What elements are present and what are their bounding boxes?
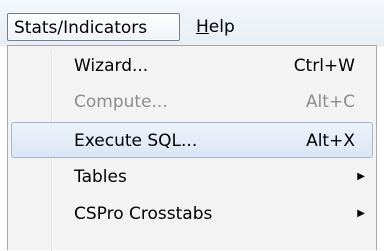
menu-item-wizard[interactable]: Wizard... Ctrl+W [11, 48, 373, 84]
menu-item-wizard-shortcut: Ctrl+W [293, 56, 355, 76]
menu-item-cspro-crosstabs[interactable]: CSPro Crosstabs ▶ [11, 196, 373, 232]
menu-item-execute-sql[interactable]: Execute SQL... Alt+X [11, 122, 373, 158]
menu-stats-indicators[interactable]: Stats/Indicators [7, 13, 180, 41]
menu-item-compute-shortcut: Alt+C [305, 92, 355, 112]
menu-help-label: elp [208, 17, 235, 37]
menu-item-cspro-crosstabs-label: CSPro Crosstabs [74, 204, 213, 224]
stats-indicators-dropdown: Wizard... Ctrl+W Compute... Alt+C Execut… [7, 45, 377, 251]
menu-item-tables[interactable]: Tables ▶ [11, 159, 373, 195]
menu-help[interactable]: Help [196, 13, 235, 41]
menu-stats-indicators-label: Stats/Indicators [14, 18, 148, 38]
menu-item-tables-label: Tables [74, 167, 127, 187]
submenu-arrow-icon: ▶ [357, 171, 365, 182]
menu-help-mnemonic: H [196, 17, 209, 37]
menu-item-compute[interactable]: Compute... Alt+C [11, 84, 373, 120]
menu-item-execute-sql-label: Execute SQL... [74, 131, 198, 151]
menu-item-execute-sql-shortcut: Alt+X [306, 131, 355, 151]
menu-item-compute-label: Compute... [74, 92, 168, 112]
menu-item-wizard-label: Wizard... [74, 56, 149, 76]
submenu-arrow-icon: ▶ [357, 208, 365, 219]
menu-bar: Stats/Indicators Help [0, 0, 384, 46]
